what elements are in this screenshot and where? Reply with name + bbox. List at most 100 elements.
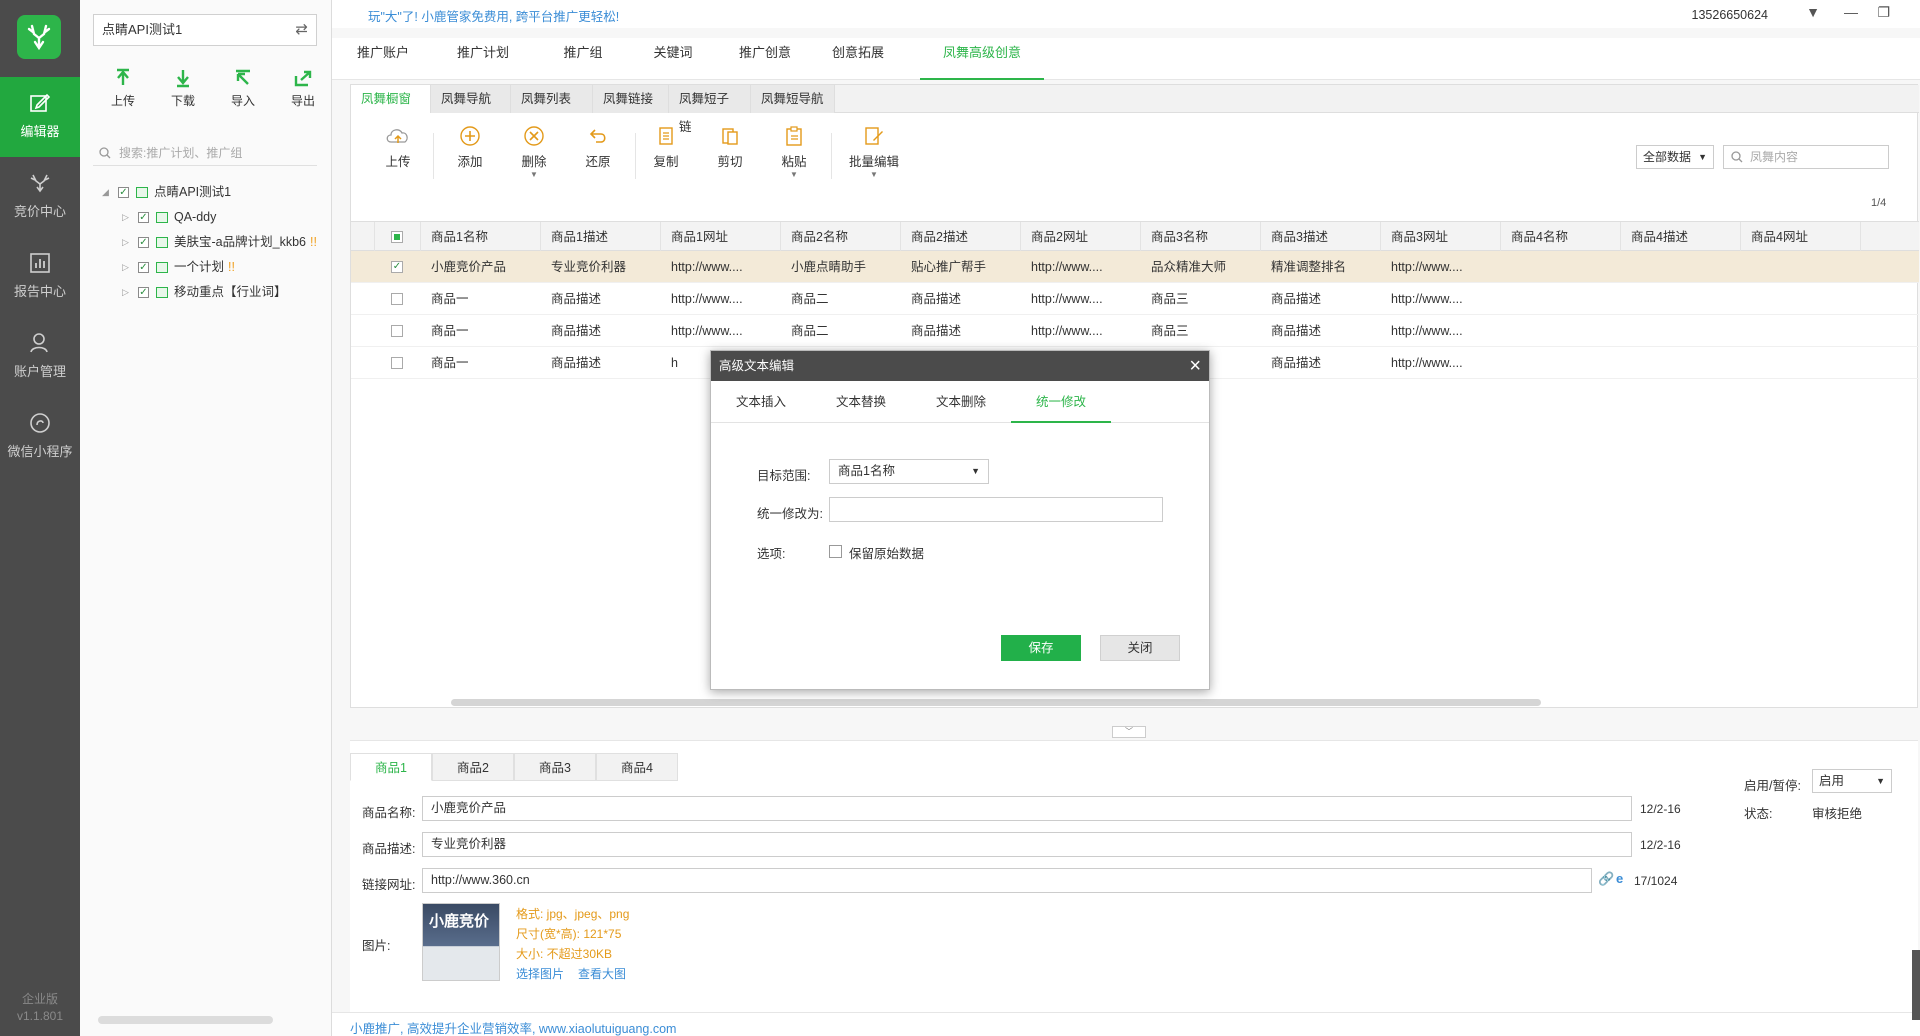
product-url-input[interactable]: http://www.360.cn (422, 868, 1592, 893)
table-cell[interactable]: 商品一 (421, 283, 541, 315)
restore-button[interactable]: 还原 (571, 125, 625, 170)
expand-arrow-icon[interactable]: ▷ (122, 280, 129, 305)
table-cell[interactable]: 商品描述 (1261, 347, 1381, 379)
table-cell[interactable]: http://www.... (1021, 315, 1141, 347)
table-cell[interactable]: 商品描述 (541, 347, 661, 379)
tree-checkbox[interactable]: ✓ (138, 287, 149, 298)
table-row[interactable]: 商品一 商品描述 http://www.... 商品二 商品描述 http://… (351, 315, 1919, 347)
tab-text-replace[interactable]: 文本替换 (811, 387, 911, 423)
column-header[interactable]: 商品2描述 (901, 222, 1021, 252)
tree-item-plan[interactable]: ▷ ✓ 美肤宝-a品牌计划_kkb6!! (100, 230, 332, 255)
tree-item-account[interactable]: ◢ ✓ 点睛API测试1 (100, 180, 332, 205)
table-cell[interactable]: http://www.... (1381, 283, 1501, 315)
close-button[interactable]: 关闭 (1100, 635, 1180, 661)
product-image-thumbnail[interactable]: 小鹿竞价 (422, 903, 500, 981)
table-cell[interactable]: http://www.... (1381, 347, 1501, 379)
tab-creative[interactable]: 推广创意 (724, 38, 806, 80)
row-checkbox[interactable] (391, 293, 403, 305)
table-cell[interactable]: 贴心推广帮手 (901, 251, 1021, 283)
row-checkbox[interactable]: ✓ (391, 261, 403, 273)
product-desc-input[interactable]: 专业竞价利器 (422, 832, 1632, 857)
tree-checkbox[interactable]: ✓ (138, 237, 149, 248)
collapse-arrow-icon[interactable]: ◢ (102, 180, 109, 205)
table-cell[interactable]: 精准调整排名 (1261, 251, 1381, 283)
maximize-icon[interactable]: ❐ (1877, 4, 1890, 21)
tree-checkbox[interactable]: ✓ (138, 262, 149, 273)
table-cell[interactable]: 商品一 (421, 315, 541, 347)
table-cell[interactable]: http://www.... (1381, 315, 1501, 347)
column-header[interactable]: 商品2名称 (781, 222, 901, 252)
tree-checkbox[interactable]: ✓ (138, 212, 149, 223)
rail-item-editor[interactable]: 编辑器 (0, 77, 80, 157)
modify-to-input[interactable] (829, 497, 1163, 522)
rail-item-account[interactable]: 账户管理 (0, 317, 80, 397)
table-row[interactable]: ✓ 小鹿竞价产品 专业竞价利器 http://www.... 小鹿点睛助手 贴心… (351, 251, 1919, 283)
sidebar-scrollbar[interactable] (98, 1016, 273, 1024)
rail-item-bidding[interactable]: 竞价中心 (0, 157, 80, 237)
table-row[interactable]: 商品一 商品描述 http://www.... 商品二 商品描述 http://… (351, 283, 1919, 315)
tab-account[interactable]: 推广账户 (342, 38, 424, 80)
grid-horizontal-scrollbar[interactable] (451, 699, 1541, 706)
column-header[interactable]: 商品1描述 (541, 222, 661, 252)
minimize-icon[interactable]: — (1844, 4, 1858, 20)
content-search-input[interactable]: 凤舞内容 (1723, 145, 1889, 169)
product-name-input[interactable]: 小鹿竞价产品 (422, 796, 1632, 821)
tab-product-4[interactable]: 商品4 (596, 753, 678, 781)
sidebar-search-input[interactable]: 搜索:推广计划、推广组 (93, 140, 317, 166)
swap-icon[interactable]: ⇄ (295, 15, 308, 45)
sidebar-download-button[interactable]: 下载 (153, 68, 213, 109)
expand-arrow-icon[interactable]: ▷ (122, 255, 129, 280)
subtab-nav[interactable]: 凤舞导航 (431, 85, 511, 113)
subtab-link[interactable]: 凤舞链接 (593, 85, 669, 113)
table-cell[interactable]: 商品二 (781, 283, 901, 315)
column-header[interactable]: 商品4描述 (1621, 222, 1741, 252)
column-header[interactable]: 商品1名称 (421, 222, 541, 252)
tree-item-plan[interactable]: ▷ ✓ QA-ddy (100, 205, 332, 230)
link-icon[interactable]: 🔗 (1598, 871, 1614, 887)
table-cell[interactable]: 小鹿点睛助手 (781, 251, 901, 283)
dropdown-caret-icon[interactable]: ▼ (767, 170, 821, 179)
column-header[interactable]: 商品3描述 (1261, 222, 1381, 252)
column-header[interactable]: 商品1网址 (661, 222, 781, 252)
table-cell[interactable]: 小鹿竞价产品 (421, 251, 541, 283)
tab-plan[interactable]: 推广计划 (442, 38, 524, 80)
rail-item-wechat-mini[interactable]: 微信小程序 (0, 397, 80, 477)
batch-edit-button[interactable]: 批量编辑 ▼ (841, 125, 907, 179)
keep-original-label[interactable]: 保留原始数据 (849, 543, 924, 562)
table-cell[interactable]: http://www.... (661, 315, 781, 347)
data-scope-select[interactable]: 全部数据 ▼ (1636, 145, 1714, 169)
rail-item-report[interactable]: 报告中心 (0, 237, 80, 317)
table-cell[interactable]: 商品二 (781, 315, 901, 347)
tab-product-1[interactable]: 商品1 (350, 753, 432, 781)
keep-original-checkbox[interactable] (829, 545, 842, 558)
table-cell[interactable]: 商品描述 (1261, 315, 1381, 347)
account-select[interactable]: 点睛API测试1 ⇄ (93, 14, 317, 46)
table-cell[interactable]: 商品三 (1141, 315, 1261, 347)
table-cell[interactable]: http://www.... (661, 251, 781, 283)
right-edge-scroll-handle[interactable] (1912, 950, 1920, 1020)
table-cell[interactable]: 商品描述 (541, 283, 661, 315)
table-cell[interactable]: 品众精准大师 (1141, 251, 1261, 283)
column-header[interactable]: 商品3名称 (1141, 222, 1261, 252)
table-cell[interactable]: 商品描述 (541, 315, 661, 347)
user-menu-dropdown-icon[interactable]: ▼ (1806, 4, 1820, 20)
select-all-checkbox[interactable] (391, 231, 403, 243)
panel-splitter-toggle[interactable]: ﹀ (1112, 726, 1146, 738)
subtab-list[interactable]: 凤舞列表 (511, 85, 593, 113)
expand-arrow-icon[interactable]: ▷ (122, 230, 129, 255)
column-header[interactable]: 商品2网址 (1021, 222, 1141, 252)
delete-button[interactable]: 删除 ▼ (507, 125, 561, 179)
subtab-showcase[interactable]: 凤舞橱窗 (351, 85, 431, 113)
tab-creative-expand[interactable]: 创意拓展 (806, 38, 910, 80)
sidebar-import-button[interactable]: 导入 (213, 68, 273, 109)
tab-product-3[interactable]: 商品3 (514, 753, 596, 781)
tab-group[interactable]: 推广组 (542, 38, 624, 80)
enable-pause-select[interactable]: 启用 ▼ (1812, 769, 1892, 793)
close-icon[interactable]: × (1189, 351, 1201, 381)
tab-product-2[interactable]: 商品2 (432, 753, 514, 781)
subtab-short-nav[interactable]: 凤舞短导航 (751, 85, 835, 113)
browser-icon[interactable]: e (1616, 871, 1623, 886)
upload-button[interactable]: 上传 (371, 125, 425, 170)
table-cell[interactable]: 商品描述 (901, 283, 1021, 315)
table-cell[interactable]: http://www.... (1021, 251, 1141, 283)
